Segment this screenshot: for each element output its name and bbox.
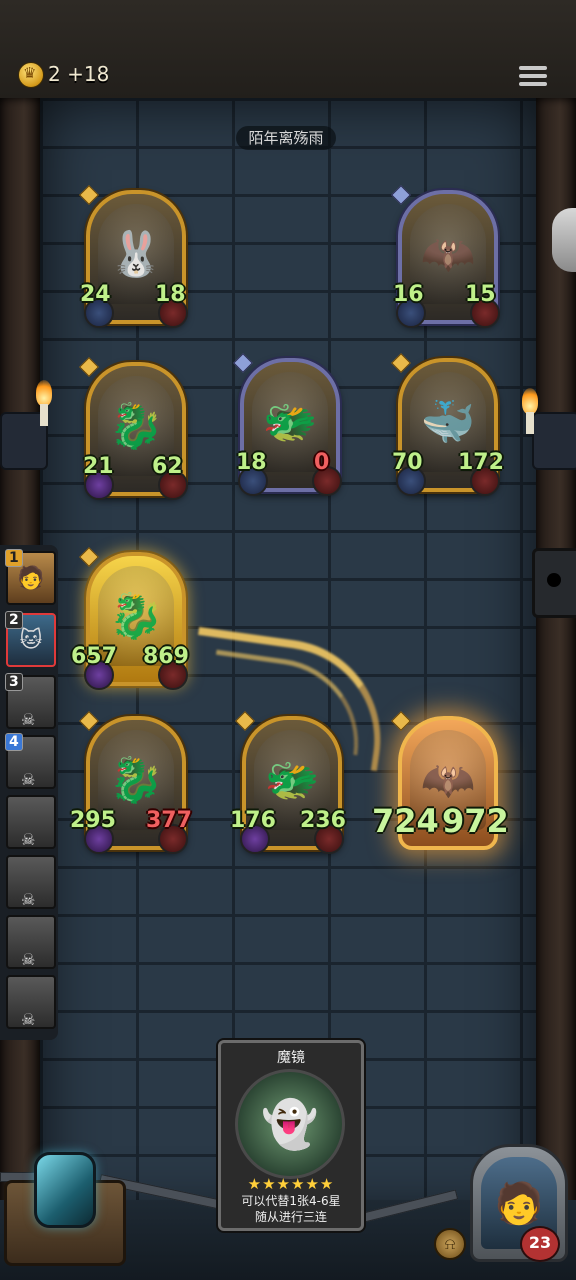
- skull-icon: ☠: [21, 770, 36, 789]
- mirror-icon: 👻: [235, 1069, 345, 1179]
- cat-portrait-icon: 🐱: [19, 627, 43, 653]
- skull-icon: ☠: [21, 890, 36, 909]
- health-value: 62: [152, 454, 183, 479]
- attack-value: 295: [70, 808, 116, 833]
- health-value: 377: [146, 808, 192, 833]
- health-value: 972: [442, 802, 509, 840]
- bell-icon[interactable]: ⍾: [434, 1228, 466, 1260]
- player-roster: 1 🧑 2 🐱 3 ☠ 4 ☠ ☠ ☠ ☠ ☠: [0, 545, 58, 1040]
- attack-value: 70: [392, 450, 423, 475]
- attack-value: 21: [83, 454, 114, 479]
- health-value: 0: [314, 450, 330, 475]
- skull-icon: ☠: [21, 950, 36, 969]
- attack-value: 24: [80, 282, 111, 307]
- roster-slot[interactable]: 1 🧑: [5, 549, 56, 605]
- health-value: 172: [458, 450, 504, 475]
- health-value: 869: [143, 644, 189, 669]
- roster-slot[interactable]: 3 ☠: [5, 673, 56, 729]
- skull-icon: ☠: [21, 830, 36, 849]
- menu-icon[interactable]: [519, 66, 547, 90]
- star-rating: ★★★★★★: [247, 1175, 335, 1193]
- door-lock-icon: [532, 548, 576, 618]
- attack-value: 724: [372, 802, 439, 840]
- roster-slot[interactable]: ☠: [6, 915, 56, 969]
- roster-slot[interactable]: ☠: [6, 975, 56, 1029]
- attack-value: 16: [393, 282, 424, 307]
- attack-value: 176: [230, 808, 276, 833]
- card-title: 魔镜: [277, 1050, 305, 1066]
- coin-counter: 2 +18: [48, 62, 110, 86]
- attack-value: 657: [71, 644, 117, 669]
- skull-icon: ☠: [21, 1010, 36, 1029]
- health-value: 15: [465, 282, 496, 307]
- skull-icon: ☠: [21, 710, 36, 729]
- hand-card-magic-mirror[interactable]: 魔镜 👻 ★★★★★★ 可以代替1张4-6星 随从进行三连: [218, 1040, 364, 1231]
- health-value: 18: [155, 282, 186, 307]
- opponent-name: 陌年离殇雨: [236, 126, 336, 150]
- health-value: 236: [300, 808, 346, 833]
- torch-icon: [32, 380, 56, 426]
- hero-health: 23: [520, 1226, 560, 1262]
- roster-slot[interactable]: 4 ☠: [5, 733, 56, 789]
- card-description: 可以代替1张4-6星 随从进行三连: [241, 1194, 341, 1224]
- crystal-icon[interactable]: [34, 1152, 96, 1228]
- roster-slot[interactable]: 2 🐱: [5, 611, 56, 667]
- attack-value: 18: [236, 450, 267, 475]
- torch-icon: [518, 388, 542, 434]
- roster-slot[interactable]: ☠: [6, 795, 56, 849]
- hero-portrait-icon: 🧑: [17, 565, 45, 591]
- gold-coin-icon: [18, 62, 44, 88]
- roster-slot[interactable]: ☠: [6, 855, 56, 909]
- side-opponent-avatar[interactable]: [552, 208, 576, 272]
